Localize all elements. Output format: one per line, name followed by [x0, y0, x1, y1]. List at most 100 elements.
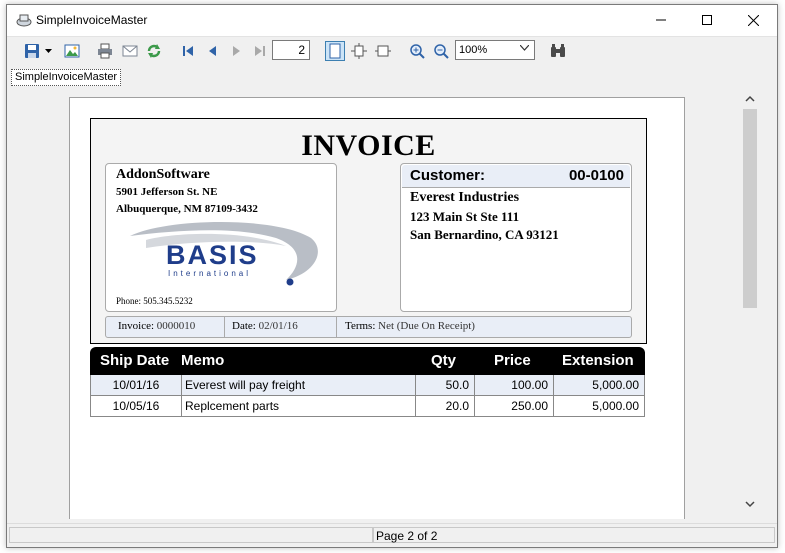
fit-width-icon	[375, 45, 391, 57]
scroll-up-icon[interactable]	[745, 95, 755, 102]
invoice-number-value: 0000010	[156, 320, 196, 332]
memo-cell: Everest will pay freight	[182, 375, 416, 395]
minimize-button[interactable]	[638, 5, 684, 35]
column-header-qty: Qty	[431, 352, 457, 369]
invoice-date-label: Date:	[232, 320, 256, 332]
refresh-icon	[147, 44, 161, 58]
line-items-header: Ship Date Memo Qty Price Extension	[90, 347, 645, 375]
zoom-in-icon	[410, 44, 425, 59]
envelope-icon	[122, 45, 138, 57]
qty-cell: 20.0	[416, 396, 475, 416]
print-button[interactable]	[95, 41, 115, 61]
zoom-in-button[interactable]	[407, 41, 427, 61]
save-button[interactable]	[22, 41, 42, 61]
customer-label: Customer:	[410, 167, 486, 184]
column-header-memo: Memo	[181, 352, 225, 369]
invoice-number-label: Invoice:	[118, 320, 155, 332]
last-page-button[interactable]	[250, 41, 270, 61]
customer-address-2: San Bernardino, CA 93121	[410, 227, 559, 242]
maximize-icon	[702, 15, 712, 25]
export-image-button[interactable]	[62, 41, 82, 61]
title-bar: SimpleInvoiceMaster	[7, 5, 777, 36]
zoom-out-icon	[434, 44, 449, 59]
close-button[interactable]	[730, 5, 776, 35]
status-left-panel	[9, 527, 373, 543]
invoice-terms-field: Terms: Net (Due On Receipt)	[345, 320, 475, 332]
invoice-terms-label: Terms:	[345, 320, 376, 332]
window-title: SimpleInvoiceMaster	[36, 13, 148, 27]
price-cell: 250.00	[475, 396, 554, 416]
qty-cell: 50.0	[416, 375, 475, 395]
ship-date-cell: 10/01/16	[91, 375, 182, 395]
company-address-2: Albuquerque, NM 87109-3432	[116, 203, 258, 215]
invoice-date-value: 02/01/16	[258, 320, 298, 332]
customer-box: Customer: 00-0100 Everest Industries 123…	[400, 163, 632, 312]
chevron-down-icon	[44, 49, 52, 53]
extension-cell: 5,000.00	[592, 378, 639, 392]
tab-row: SimpleInvoiceMaster	[7, 67, 777, 87]
scrollbar-thumb[interactable]	[743, 109, 757, 308]
first-page-icon	[183, 46, 193, 56]
toolbar: 2 100%	[7, 36, 777, 67]
invoice-terms-value: Net (Due On Receipt)	[378, 320, 475, 332]
previous-page-icon	[209, 46, 216, 56]
floppy-disk-icon	[25, 44, 39, 58]
zoom-out-button[interactable]	[431, 41, 451, 61]
tab-simpleinvoicemaster[interactable]: SimpleInvoiceMaster	[11, 69, 122, 86]
previous-page-button[interactable]	[202, 41, 222, 61]
table-row: 10/01/16 Everest will pay freight 50.0 1…	[90, 375, 645, 396]
app-window: SimpleInvoiceMaster 2 100% SimpleInvoice…	[6, 4, 778, 548]
basis-logo: BASIS International	[130, 222, 318, 286]
email-button[interactable]	[120, 41, 140, 61]
chevron-down-icon	[520, 45, 529, 51]
column-header-extension: Extension	[562, 352, 634, 369]
from-address-box: AddonSoftware 5901 Jefferson St. NE Albu…	[105, 163, 337, 312]
memo-cell: Replcement parts	[182, 396, 416, 416]
zoom-select[interactable]: 100%	[455, 40, 535, 60]
image-icon	[64, 44, 80, 58]
company-address-1: 5901 Jefferson St. NE	[116, 186, 218, 198]
fit-page-button[interactable]	[349, 41, 369, 61]
app-icon	[16, 14, 32, 27]
find-button[interactable]	[548, 41, 568, 61]
column-header-ship-date: Ship Date	[100, 352, 170, 369]
document-viewport: INVOICE AddonSoftware 5901 Jefferson St.…	[8, 89, 741, 519]
fit-page-icon	[351, 43, 367, 59]
last-page-icon	[255, 46, 265, 56]
ship-date-cell: 10/05/16	[91, 396, 182, 416]
next-page-icon	[233, 46, 240, 56]
customer-id: 00-0100	[568, 167, 624, 184]
invoice-date-field: Date: 02/01/16	[232, 320, 298, 332]
first-page-button[interactable]	[178, 41, 198, 61]
customer-header: Customer: 00-0100	[402, 165, 630, 188]
page-status: Page 2 of 2	[373, 527, 775, 543]
maximize-button[interactable]	[684, 5, 730, 35]
table-row: 10/05/16 Replcement parts 20.0 250.00 5,…	[90, 396, 645, 417]
close-icon	[747, 14, 759, 26]
printer-icon	[98, 43, 112, 59]
invoice-info-bar: Invoice: 0000010 Date: 02/01/16 Terms: N…	[105, 316, 632, 338]
invoice-header-box: INVOICE AddonSoftware 5901 Jefferson St.…	[90, 118, 647, 344]
scroll-down-icon[interactable]	[745, 501, 755, 508]
binoculars-icon	[551, 44, 565, 57]
column-header-price: Price	[494, 352, 531, 369]
page-number-input[interactable]: 2	[272, 40, 310, 60]
fit-width-button[interactable]	[373, 41, 393, 61]
refresh-button[interactable]	[144, 41, 164, 61]
single-page-button[interactable]	[325, 41, 345, 61]
report-page: INVOICE AddonSoftware 5901 Jefferson St.…	[69, 97, 685, 519]
zoom-value: 100%	[459, 44, 488, 56]
company-phone: Phone: 505.345.5232	[116, 296, 193, 306]
vertical-scrollbar[interactable]	[741, 89, 759, 519]
save-dropdown-button[interactable]	[43, 41, 53, 61]
extension-cell: 5,000.00	[592, 399, 639, 413]
logo-text: BASIS	[166, 240, 259, 270]
invoice-number-field: Invoice: 0000010	[118, 320, 195, 332]
next-page-button[interactable]	[226, 41, 246, 61]
logo-subtext: International	[168, 269, 251, 278]
customer-address-1: 123 Main St Ste 111	[410, 209, 520, 224]
price-cell: 100.00	[475, 375, 554, 395]
status-bar: Page 2 of 2	[7, 523, 777, 546]
customer-name: Everest Industries	[410, 190, 520, 205]
company-name: AddonSoftware	[116, 167, 210, 182]
